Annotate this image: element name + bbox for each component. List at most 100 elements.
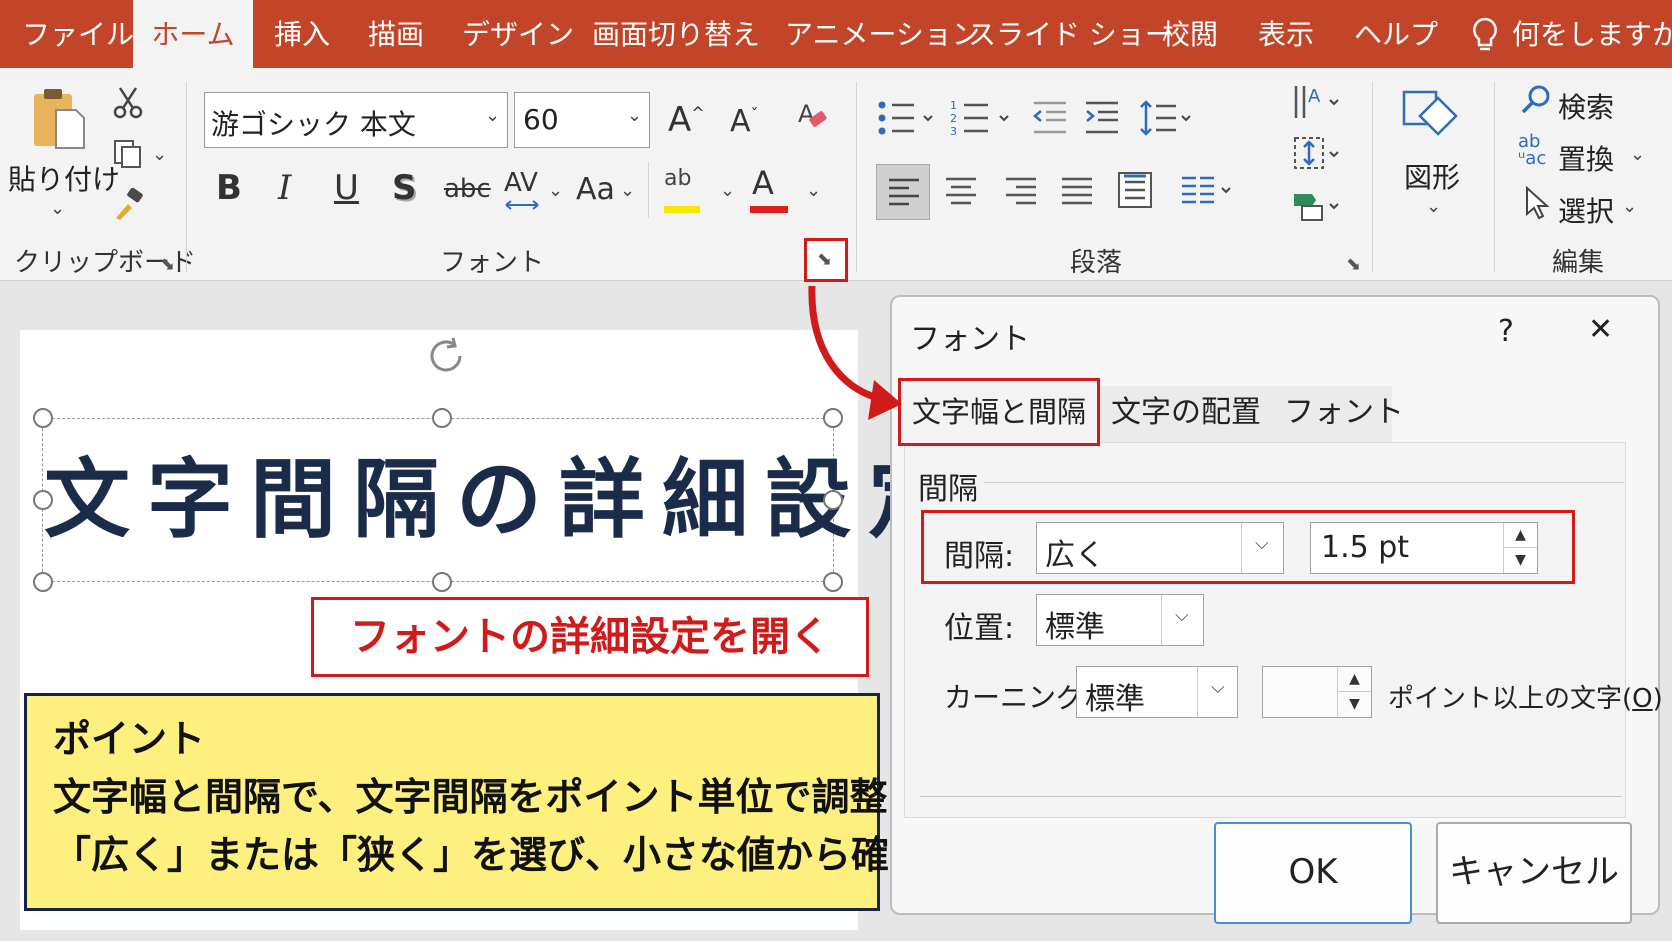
underline-button[interactable]: U [334,168,359,208]
spacing-section-heading: 間隔 [918,472,978,507]
align-center-icon[interactable] [944,176,978,212]
position-select[interactable]: 標準 ⌵ [1036,594,1204,646]
text-direction-icon[interactable]: A [1292,82,1342,126]
tab-design[interactable]: デザイン [462,0,574,68]
chevron-down-icon[interactable]: ⌄ [1630,144,1645,165]
tab-home[interactable]: ホーム [133,0,253,68]
resize-handle[interactable] [33,572,53,592]
align-left-button[interactable] [876,164,930,220]
align-text-icon[interactable] [1292,134,1342,178]
spin-down-icon[interactable]: ▼ [1337,692,1371,717]
paste-icon[interactable] [30,86,88,156]
chevron-down-icon[interactable]: ⌄ [620,180,635,201]
tab-transitions[interactable]: 画面切り替え [592,0,760,68]
justify-icon[interactable] [1060,176,1094,212]
tab-help[interactable]: ヘルプ [1354,0,1438,68]
resize-handle[interactable] [432,572,452,592]
copy-dropdown-icon[interactable]: ⌄ [152,144,167,165]
line-spacing-icon[interactable] [1138,98,1198,142]
chevron-down-icon[interactable]: ⌵ [1211,677,1225,698]
tab-character-spacing[interactable]: 文字幅と間隔 [898,378,1100,446]
change-case-button[interactable]: Aa [576,172,615,207]
spin-down-icon[interactable]: ▼ [1503,548,1537,573]
bold-button[interactable]: B [216,168,242,208]
paste-button[interactable]: 貼り付け [8,158,120,198]
tab-font[interactable]: フォント [1284,382,1404,444]
tab-animations[interactable]: アニメーション [785,0,980,68]
italic-button[interactable]: I [278,168,291,208]
tab-file[interactable]: ファイル [22,0,134,68]
distributed-icon[interactable] [1116,170,1154,214]
increase-indent-icon[interactable] [1082,98,1122,142]
clipboard-launcher-icon[interactable]: ⬊ [160,254,175,275]
tell-me-search[interactable]: 何をしますか [1512,0,1672,68]
spacing-select[interactable]: 広く ⌵ [1036,522,1284,574]
clear-formatting-icon[interactable]: A [796,98,830,138]
resize-handle[interactable] [823,572,843,592]
ok-button[interactable]: OK [1214,822,1412,924]
select-cursor-icon[interactable] [1524,185,1550,224]
bullets-icon[interactable] [876,98,936,142]
close-icon[interactable]: ✕ [1588,312,1613,347]
numbering-icon[interactable]: 123 [950,98,1014,142]
smartart-icon[interactable] [1292,186,1342,230]
chevron-down-icon[interactable]: ⌄ [806,180,821,201]
tab-view[interactable]: 表示 [1258,0,1314,68]
spacing-select-value: 広く [1045,538,1105,573]
resize-handle[interactable] [823,490,843,510]
paragraph-launcher-icon[interactable]: ⬊ [1346,254,1361,275]
tab-draw[interactable]: 描画 [368,0,424,68]
grow-font-button[interactable]: A^ [668,100,705,140]
character-spacing-button[interactable]: AV [504,168,539,210]
cancel-button[interactable]: キャンセル [1436,822,1632,924]
font-color-button[interactable]: A [750,164,788,213]
kerning-select[interactable]: 標準 ⌵ [1076,666,1238,718]
find-button[interactable]: 検索 [1558,86,1614,126]
chevron-down-icon[interactable]: ⌄ [720,180,735,201]
resize-handle[interactable] [33,408,53,428]
resize-handle[interactable] [432,408,452,428]
tab-character-layout[interactable]: 文字の配置 [1106,382,1266,444]
rotate-handle-icon[interactable] [424,334,468,382]
search-icon[interactable] [1520,84,1552,120]
font-name-combo[interactable]: 游ゴシック 本文 ⌄ [204,92,508,148]
chevron-down-icon[interactable]: ⌄ [1622,196,1637,217]
help-button[interactable]: ? [1498,314,1514,349]
tab-slideshow[interactable]: スライド ショー [968,0,1173,68]
font-size-combo[interactable]: 60 ⌄ [514,92,650,148]
shrink-font-button[interactable]: Aˇ [730,104,759,139]
resize-handle[interactable] [33,490,53,510]
kerning-label: カーニング: [944,681,1094,714]
spin-up-icon[interactable]: ▲ [1337,667,1371,692]
highlight-button[interactable]: ab [664,166,700,213]
paste-dropdown-icon[interactable]: ⌄ [50,198,65,219]
kerning-points-input[interactable]: ▲ ▼ [1262,666,1372,718]
shapes-icon[interactable] [1398,82,1464,156]
slide-title-text[interactable]: 文字間隔の詳細設定 [44,425,954,575]
chevron-down-icon[interactable]: ⌵ [1255,533,1269,554]
cut-icon[interactable] [112,86,144,124]
text-shadow-button[interactable]: S [392,168,417,208]
shapes-button[interactable]: 図形 [1404,156,1460,196]
tab-insert[interactable]: 挿入 [274,0,330,68]
lightbulb-icon[interactable] [1470,16,1500,60]
tab-review[interactable]: 校閲 [1162,0,1218,68]
font-name-value: 游ゴシック 本文 [211,108,416,141]
align-right-icon[interactable] [1004,176,1038,212]
chevron-down-icon[interactable]: ⌵ [1175,605,1189,626]
chevron-down-icon[interactable]: ⌄ [548,180,563,201]
font-dialog-launcher[interactable]: ⬊ [804,238,848,282]
format-painter-icon[interactable] [112,187,146,226]
replace-button[interactable]: 置換 [1558,138,1614,178]
columns-icon[interactable] [1180,174,1240,212]
copy-icon[interactable] [112,138,144,174]
spin-up-icon[interactable]: ▲ [1503,523,1537,548]
spacing-amount-input[interactable]: 1.5 pt ▲ ▼ [1310,522,1538,574]
replace-icon[interactable]: ab ᵘac [1518,133,1546,168]
chevron-down-icon[interactable]: ⌄ [485,105,500,126]
chevron-down-icon[interactable]: ⌄ [1426,196,1441,217]
chevron-down-icon[interactable]: ⌄ [627,105,642,126]
decrease-indent-icon[interactable] [1030,98,1070,142]
strikethrough-button[interactable]: abc [444,174,491,204]
select-button[interactable]: 選択 [1558,190,1614,230]
